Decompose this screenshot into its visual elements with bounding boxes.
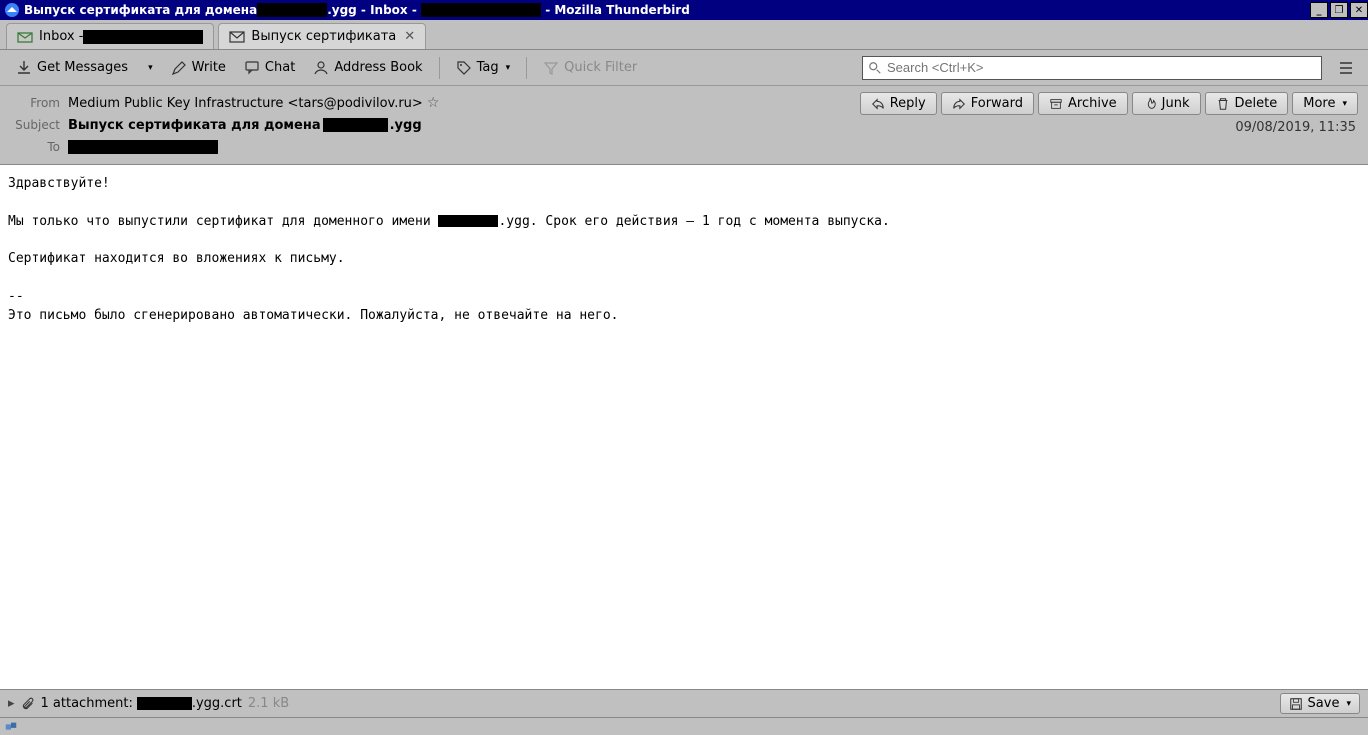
paperclip-icon	[21, 697, 35, 711]
subject-value: Выпуск сертификата для домена .ygg	[68, 118, 422, 133]
forward-icon	[952, 97, 966, 111]
to-label: To	[10, 140, 60, 154]
save-icon	[1289, 697, 1303, 711]
app-icon	[4, 2, 20, 18]
quick-filter-button[interactable]: Quick Filter	[535, 56, 645, 80]
tab-inbox-redacted	[83, 30, 203, 44]
title-prefix: Выпуск сертификата для домена	[24, 3, 257, 17]
title-redacted-domain	[257, 3, 327, 17]
person-icon	[313, 60, 329, 76]
tab-inbox-label: Inbox -	[39, 29, 83, 44]
delete-button[interactable]: Delete	[1205, 92, 1289, 115]
subject-redacted	[323, 118, 388, 132]
get-messages-button[interactable]: Get Messages	[8, 56, 136, 80]
window-titlebar: Выпуск сертификата для домена .ygg - Inb…	[0, 0, 1368, 20]
search-icon	[868, 61, 882, 75]
write-button[interactable]: Write	[163, 56, 234, 80]
close-window-button[interactable]: ✕	[1350, 2, 1368, 18]
title-redacted-account	[421, 3, 541, 17]
title-suffix2: - Mozilla Thunderbird	[541, 3, 690, 17]
from-value[interactable]: Medium Public Key Infrastructure <tars@p…	[68, 95, 439, 111]
search-field-wrap	[862, 56, 1322, 80]
tab-close-button[interactable]: ✕	[404, 29, 415, 44]
download-icon	[16, 60, 32, 76]
reply-button[interactable]: Reply	[860, 92, 937, 115]
address-book-button[interactable]: Address Book	[305, 56, 430, 80]
message-datetime: 09/08/2019, 11:35	[1235, 120, 1356, 135]
chat-button[interactable]: Chat	[236, 56, 303, 80]
tag-icon	[456, 60, 472, 76]
toolbar-separator-2	[526, 57, 527, 79]
pencil-icon	[171, 60, 187, 76]
save-attachment-button[interactable]: Save ▾	[1280, 693, 1360, 714]
tab-inbox[interactable]: Inbox -	[6, 23, 214, 49]
attachments-expand-toggle[interactable]: ▸	[8, 696, 15, 711]
online-status-icon[interactable]	[4, 720, 18, 734]
envelope-icon	[229, 29, 245, 45]
more-button[interactable]: More▾	[1292, 92, 1358, 115]
trash-icon	[1216, 97, 1230, 111]
forward-button[interactable]: Forward	[941, 92, 1034, 115]
to-value[interactable]	[68, 140, 218, 154]
from-label: From	[10, 96, 60, 110]
reply-icon	[871, 97, 885, 111]
maximize-button[interactable]: ❐	[1330, 2, 1348, 18]
tab-message-label: Выпуск сертификата	[251, 29, 396, 44]
main-toolbar: Get Messages ▾ Write Chat Address Book T…	[0, 50, 1368, 86]
junk-button[interactable]: Junk	[1132, 92, 1201, 115]
attachment-filename[interactable]: .ygg.crt	[137, 696, 242, 711]
star-icon[interactable]: ☆	[427, 95, 440, 111]
search-input[interactable]	[862, 56, 1322, 80]
get-messages-dropdown[interactable]: ▾	[138, 59, 161, 77]
archive-icon	[1049, 97, 1063, 111]
chat-icon	[244, 60, 260, 76]
app-menu-button[interactable]	[1332, 56, 1360, 80]
archive-button[interactable]: Archive	[1038, 92, 1128, 115]
attachment-count-label: 1 attachment:	[41, 696, 133, 711]
to-redacted	[68, 140, 218, 154]
attachment-size: 2.1 kB	[248, 696, 289, 711]
subject-label: Subject	[10, 118, 60, 132]
body-redacted-domain	[438, 215, 498, 227]
attachment-redacted	[137, 697, 192, 710]
toolbar-separator	[439, 57, 440, 79]
filter-icon	[543, 60, 559, 76]
tab-strip: Inbox - Выпуск сертификата ✕	[0, 20, 1368, 50]
message-body: Здравствуйте! Мы только что выпустили се…	[0, 165, 1368, 689]
inbox-icon	[17, 29, 33, 45]
title-suffix1: .ygg - Inbox -	[327, 3, 421, 17]
tab-message[interactable]: Выпуск сертификата ✕	[218, 23, 426, 49]
message-header: Reply Forward Archive Junk Delete More▾ …	[0, 86, 1368, 165]
tag-button[interactable]: Tag ▾	[448, 56, 519, 80]
status-bar	[0, 717, 1368, 735]
attachment-bar: ▸ 1 attachment: .ygg.crt 2.1 kB Save ▾	[0, 689, 1368, 717]
flame-icon	[1143, 97, 1157, 111]
minimize-button[interactable]: _	[1310, 2, 1328, 18]
